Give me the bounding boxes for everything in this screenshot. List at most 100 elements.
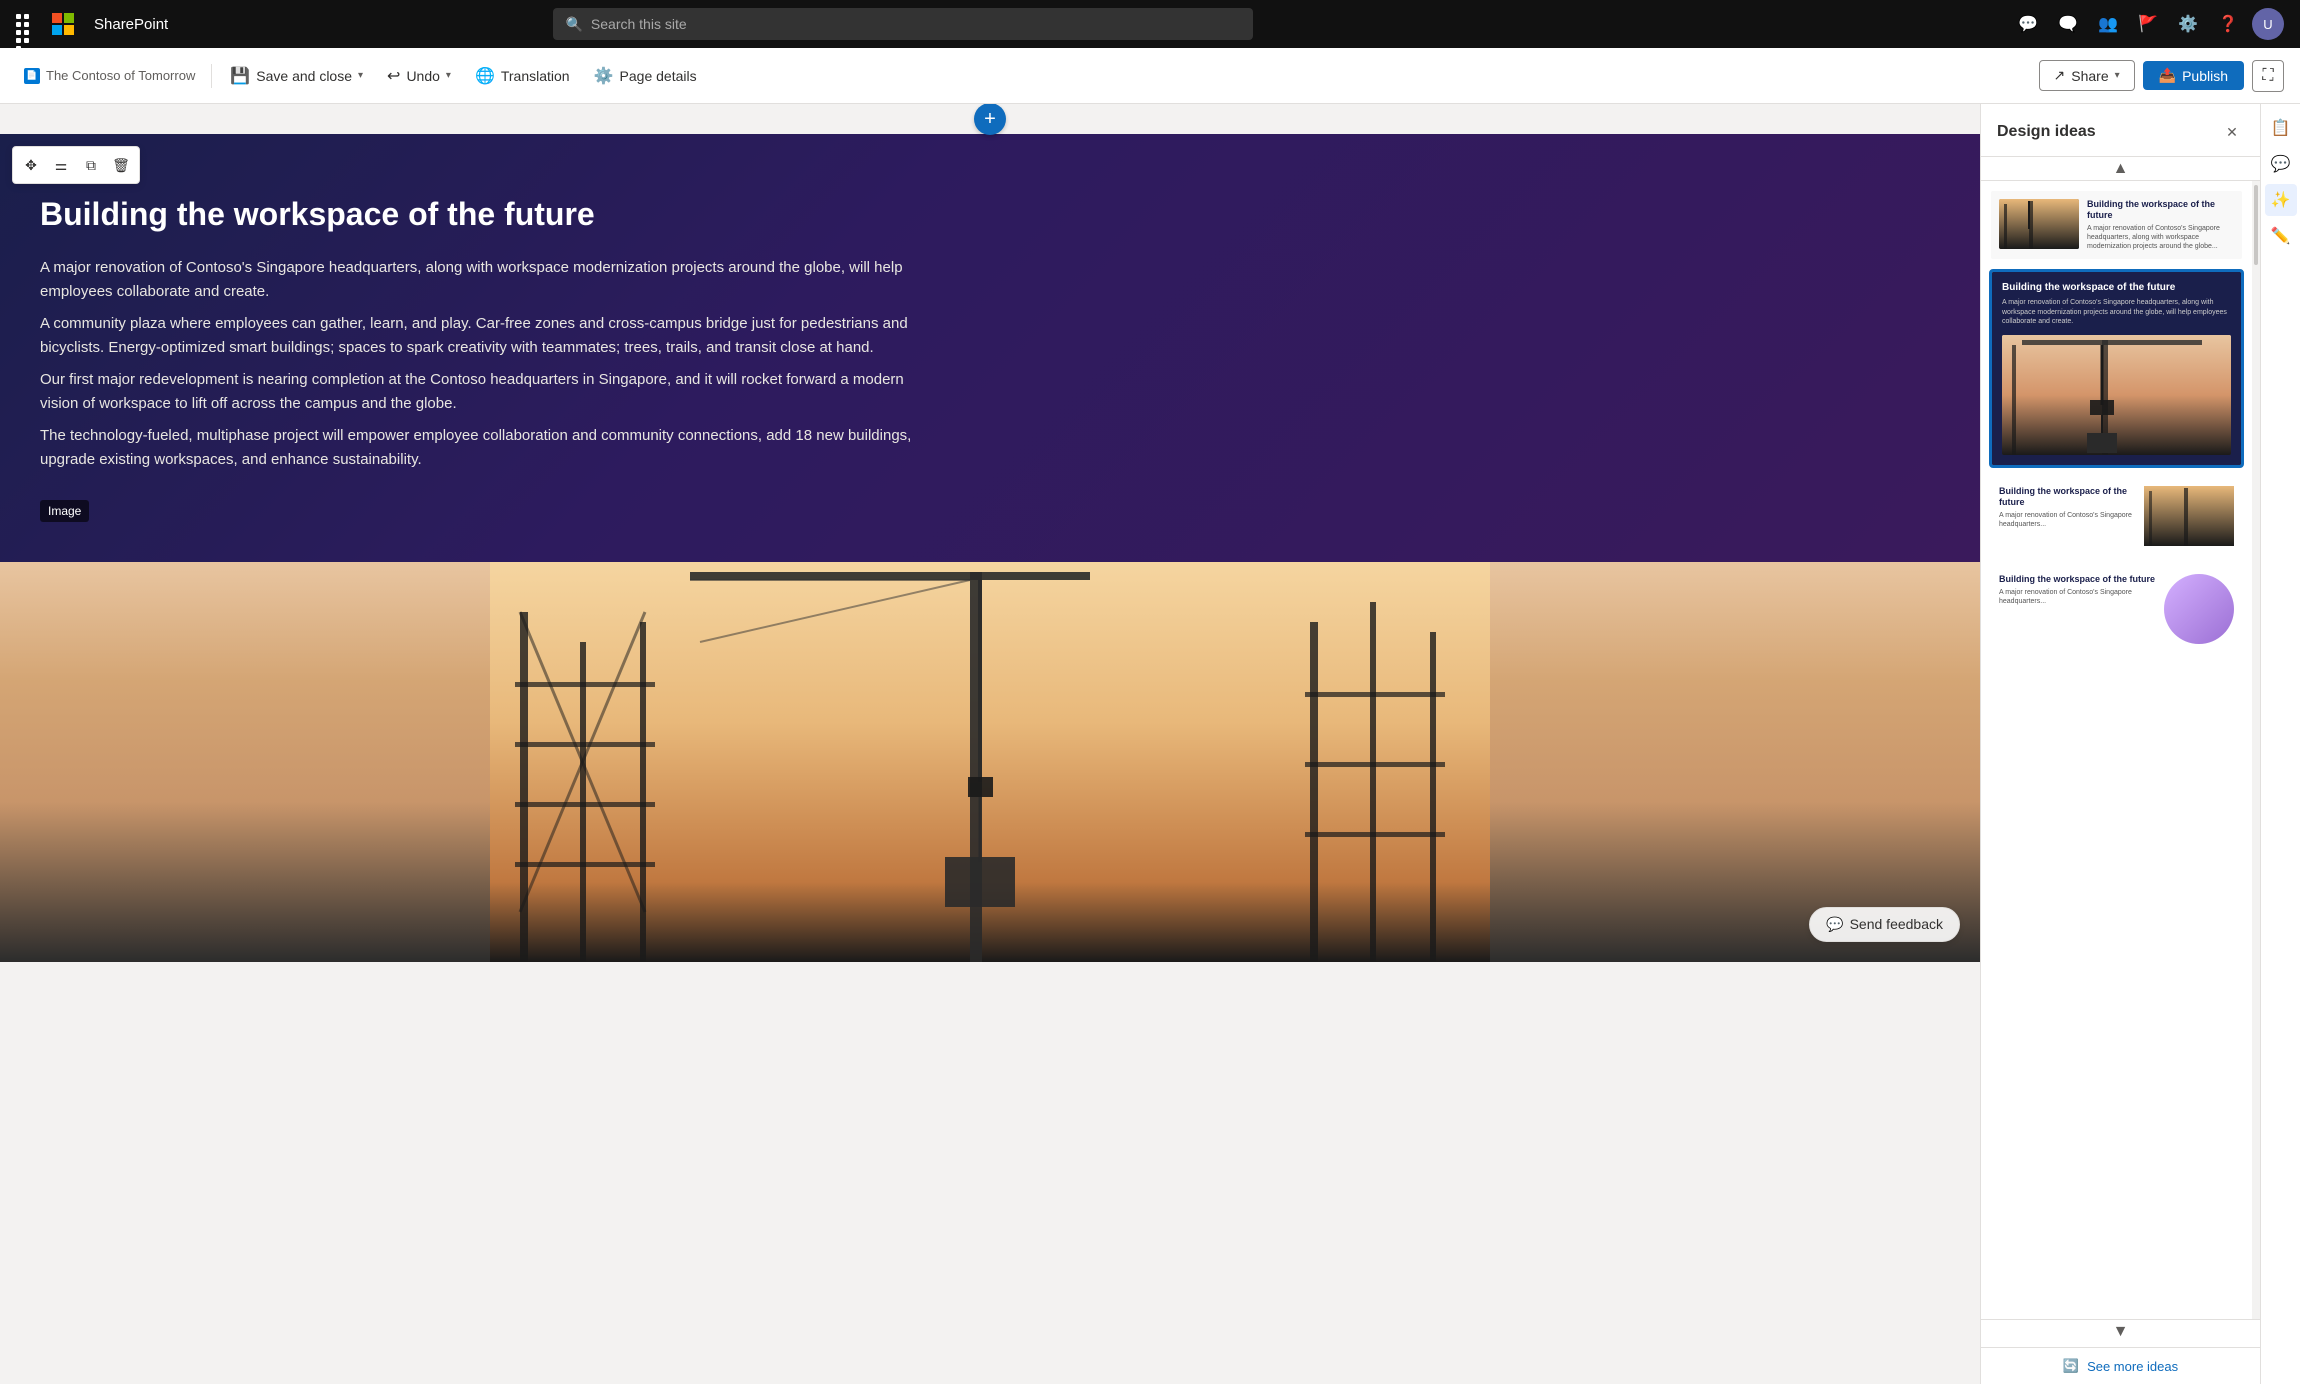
waffle-icon[interactable] [16,14,36,34]
design-card-4-text: Building the workspace of the future A m… [1999,574,2156,644]
design-card-4-body: A major renovation of Contoso's Singapor… [1999,588,2156,606]
save-close-button[interactable]: 💾 Save and close ▾ [220,60,373,92]
design-card-3-title: Building the workspace of the future [1999,486,2136,508]
user-avatar[interactable]: U [2252,8,2284,40]
image-label: Image [40,500,89,522]
people-icon[interactable]: 👥 [2092,8,2124,40]
hero-title[interactable]: Building the workspace of the future [40,194,1940,236]
side-edit-icon[interactable]: ✏️ [2265,220,2297,252]
main-area: + ✥ ⚌ ⧉ 🗑 Building the workspace of the … [0,104,2300,1384]
top-navigation: SharePoint 🔍 💬 🗨️ 👥 🚩 ⚙️ ❓ U [0,0,2300,48]
chat-icon[interactable]: 🗨️ [2052,8,2084,40]
separator-1 [211,64,212,88]
feedback-icon[interactable]: 💬 [2012,8,2044,40]
microsoft-logo[interactable] [52,13,74,35]
design-card-1-inner: Building the workspace of the future A m… [1991,191,2242,259]
details-icon: ⚙️ [594,66,614,86]
design-card-2-inner: Building the workspace of the future A m… [1992,272,2241,465]
hero-section: Building the workspace of the future A m… [0,134,1980,562]
expand-button[interactable]: ⛶ [2252,60,2284,92]
design-card-4-title: Building the workspace of the future [1999,574,2156,585]
move-block-button[interactable]: ✥ [17,151,45,179]
page-icon: 📄 [24,68,40,84]
flag-icon[interactable]: 🚩 [2132,8,2164,40]
construction-image: 💬 Send feedback [0,562,1980,962]
side-design-icon[interactable]: ✨ [2265,184,2297,216]
translation-button[interactable]: 🌐 Translation [465,60,580,92]
hero-body[interactable]: A major renovation of Contoso's Singapor… [40,256,940,472]
design-card-1-body: A major renovation of Contoso's Singapor… [2087,224,2234,251]
side-property-icon[interactable]: 📋 [2265,112,2297,144]
undo-button[interactable]: ↩ Undo ▾ [377,60,461,92]
help-icon[interactable]: ❓ [2212,8,2244,40]
save-dropdown-arrow[interactable]: ▾ [358,70,363,81]
design-panel-header: Design ideas ✕ [1981,104,2260,157]
design-card-2-title: Building the workspace of the future [2002,282,2231,293]
design-card-2[interactable]: Building the workspace of the future A m… [1989,269,2244,468]
hero-para-2: A community plaza where employees can ga… [40,312,940,360]
close-panel-button[interactable]: ✕ [2220,120,2244,144]
design-card-4[interactable]: Building the workspace of the future A m… [1989,564,2244,654]
right-side-panel: 📋 💬 ✨ ✏️ [2260,104,2300,1384]
design-card-3-body: A major renovation of Contoso's Singapor… [1999,511,2136,529]
save-icon: 💾 [230,66,250,86]
hero-para-4: The technology-fueled, multiphase projec… [40,424,940,472]
see-more-ideas-button[interactable]: 🔄 See more ideas [1981,1347,2260,1384]
translation-icon: 🌐 [475,66,495,86]
publish-icon: 📤 [2159,67,2176,84]
search-bar[interactable]: 🔍 [553,8,1253,40]
panel-scroll-down[interactable]: ▼ [1981,1319,2260,1343]
add-section-button[interactable]: + [974,104,1006,135]
undo-icon: ↩ [387,66,400,86]
design-card-3[interactable]: Building the workspace of the future A m… [1989,476,2244,556]
add-section-bar: + [0,104,1980,134]
feedback-icon: 💬 [1826,916,1843,933]
share-icon: ↗ [2054,67,2066,84]
delete-block-button[interactable]: 🗑 [107,151,135,179]
design-card-3-text: Building the workspace of the future A m… [1999,486,2136,546]
design-panel-title: Design ideas [1997,123,2096,141]
nav-actions: 💬 🗨️ 👥 🚩 ⚙️ ❓ U [2012,8,2284,40]
search-icon: 🔍 [565,16,582,33]
design-ideas-panel: Design ideas ✕ ▲ [1980,104,2260,1384]
design-card-3-inner: Building the workspace of the future A m… [1991,478,2242,554]
page-title-label: The Contoso of Tomorrow [46,68,195,83]
side-comment-icon[interactable]: 💬 [2265,148,2297,180]
publish-button[interactable]: 📤 Publish [2143,61,2244,90]
edit-block-button[interactable]: ⚌ [47,151,75,179]
refresh-icon: 🔄 [2063,1358,2079,1374]
page-breadcrumb[interactable]: 📄 The Contoso of Tomorrow [16,68,203,84]
hero-para-3: Our first major redevelopment is nearing… [40,368,940,416]
settings-icon[interactable]: ⚙️ [2172,8,2204,40]
design-scroll-container: Building the workspace of the future A m… [1981,181,2260,1319]
design-card-1[interactable]: Building the workspace of the future A m… [1989,189,2244,261]
share-dropdown-arrow[interactable]: ▾ [2115,70,2120,81]
design-card-2-body: A major renovation of Contoso's Singapor… [2002,298,2231,327]
block-toolbar: ✥ ⚌ ⧉ 🗑 [12,146,140,184]
app-name: SharePoint [94,16,168,33]
design-card-1-text: Building the workspace of the future A m… [2087,199,2234,251]
page-toolbar: 📄 The Contoso of Tomorrow 💾 Save and clo… [0,48,2300,104]
design-card-1-title: Building the workspace of the future [2087,199,2234,221]
expand-icon: ⛶ [2262,67,2273,85]
design-card-3-image [2144,486,2234,546]
undo-dropdown-arrow[interactable]: ▾ [446,70,451,81]
design-card-4-inner: Building the workspace of the future A m… [1991,566,2242,652]
crane-svg [0,562,1980,962]
toolbar-right-actions: ↗ Share ▾ 📤 Publish ⛶ [2039,60,2284,92]
design-card-2-image [2002,335,2231,455]
send-feedback-button[interactable]: 💬 Send feedback [1809,907,1960,942]
design-card-4-image [2164,574,2234,644]
panel-scroll-up[interactable]: ▲ [1981,157,2260,181]
duplicate-block-button[interactable]: ⧉ [77,151,105,179]
editor-scroll[interactable]: + ✥ ⚌ ⧉ 🗑 Building the workspace of the … [0,104,1980,1384]
search-input[interactable] [591,16,1242,32]
design-scroll-thumb[interactable] [2254,185,2258,265]
hero-para-1: A major renovation of Contoso's Singapor… [40,256,940,304]
page-details-button[interactable]: ⚙️ Page details [584,60,707,92]
design-scroll-track [2252,181,2260,1319]
design-card-1-image [1999,199,2079,249]
share-button[interactable]: ↗ Share ▾ [2039,60,2135,91]
design-cards-list[interactable]: Building the workspace of the future A m… [1981,181,2252,1319]
editor-area: + ✥ ⚌ ⧉ 🗑 Building the workspace of the … [0,104,1980,1384]
